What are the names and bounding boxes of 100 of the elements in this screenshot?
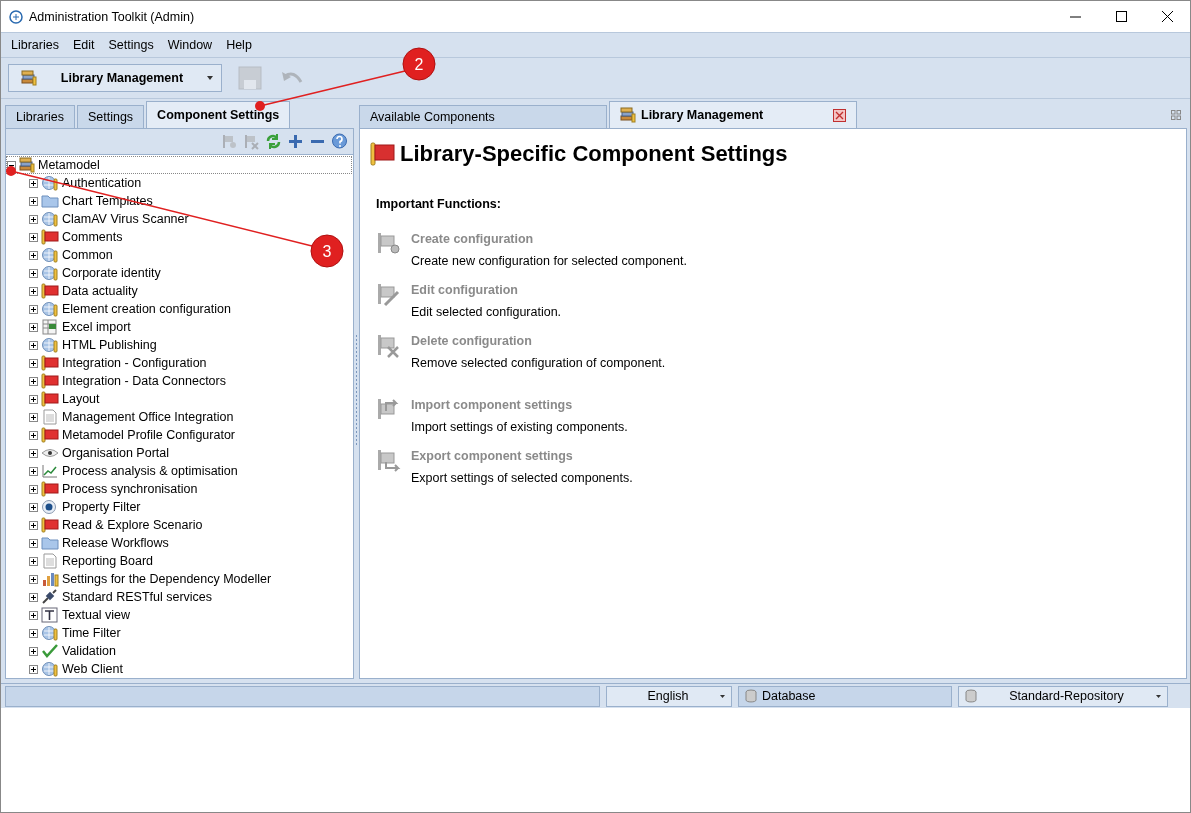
tree-item-label: Release Workflows — [62, 536, 169, 550]
tree-item[interactable]: Corporate identity — [28, 264, 162, 282]
tree-item[interactable]: Authentication — [28, 174, 143, 192]
expand-toggle[interactable] — [29, 178, 38, 188]
help-icon[interactable] — [331, 133, 348, 150]
tree-item[interactable]: Layout — [28, 390, 101, 408]
layout-grid-icon[interactable] — [1171, 109, 1181, 120]
expand-toggle[interactable] — [29, 646, 38, 656]
expand-toggle[interactable] — [29, 232, 38, 242]
tree-item[interactable]: Read & Explore Scenario — [28, 516, 204, 534]
menu-item[interactable]: Window — [160, 38, 220, 52]
text-view-icon — [41, 607, 59, 623]
close-icon[interactable] — [1161, 11, 1173, 22]
tree-item-label: Integration - Configuration — [62, 356, 207, 370]
tree-item[interactable]: Reporting Board — [28, 552, 155, 570]
tree-item-label: Time Filter — [62, 626, 121, 640]
expand-toggle[interactable] — [29, 628, 38, 638]
tree-item[interactable]: Comments — [28, 228, 124, 246]
tree-item[interactable]: Data actuality — [28, 282, 139, 300]
expand-toggle[interactable] — [29, 340, 38, 350]
expand-toggle[interactable] — [29, 610, 38, 620]
expand-toggle[interactable] — [29, 214, 38, 224]
globe-key-icon — [41, 337, 59, 353]
expand-toggle[interactable] — [29, 322, 38, 332]
tree-item[interactable]: Validation — [28, 642, 117, 660]
tree-item-label: Management Office Integration — [62, 410, 234, 424]
maximize-icon[interactable] — [1115, 11, 1127, 22]
tab[interactable]: Settings — [76, 105, 145, 128]
tree-item[interactable]: Time Filter — [28, 624, 122, 642]
expand-toggle[interactable] — [29, 466, 38, 476]
tree-item-label: Metamodel Profile Configurator — [62, 428, 235, 442]
tree-item-label: Common — [62, 248, 113, 262]
perspective-dropdown[interactable]: Library Management — [8, 64, 222, 92]
expand-toggle[interactable] — [29, 304, 38, 314]
books-icon — [620, 107, 636, 123]
tree-item[interactable]: Process synchronisation — [28, 480, 199, 498]
tab[interactable]: Component Settings — [146, 101, 291, 128]
tree-item-label: Excel import — [62, 320, 131, 334]
tree-item[interactable]: HTML Publishing — [28, 336, 158, 354]
expand-toggle[interactable] — [29, 592, 38, 602]
plug-icon — [41, 589, 59, 605]
window-title: Administration Toolkit (Admin) — [29, 9, 195, 24]
expand-toggle[interactable] — [29, 250, 38, 260]
expand-toggle[interactable] — [29, 502, 38, 512]
expand-toggle[interactable] — [29, 196, 38, 206]
menu-item[interactable]: Settings — [101, 38, 161, 52]
flag-icon — [41, 481, 59, 497]
expand-toggle[interactable] — [29, 520, 38, 530]
expand-toggle[interactable] — [29, 286, 38, 296]
menu-item[interactable]: Libraries — [4, 38, 66, 52]
folder-icon — [41, 535, 59, 551]
tree-item-label: Metamodel — [38, 158, 100, 172]
expand-toggle[interactable] — [29, 538, 38, 548]
tree-item[interactable]: ClamAV Virus Scanner — [28, 210, 190, 228]
callout-badge: 3 — [310, 234, 344, 268]
tab-label: Available Components — [370, 110, 495, 124]
tree-item[interactable]: Textual view — [28, 606, 132, 624]
flag-icon — [41, 355, 59, 371]
tree-item[interactable]: Management Office Integration — [28, 408, 235, 426]
expand-toggle[interactable] — [29, 484, 38, 494]
tree-item[interactable]: Organisation Portal — [28, 444, 170, 462]
tree-item[interactable]: Common — [28, 246, 114, 264]
flag-cross-icon — [376, 333, 402, 359]
expand-toggle[interactable] — [29, 268, 38, 278]
tree-item[interactable]: Settings for the Dependency Modeller — [28, 570, 273, 588]
expand-toggle[interactable] — [29, 376, 38, 386]
tree-item[interactable]: Web Client — [28, 660, 124, 678]
globe-key-icon — [41, 247, 59, 263]
tree-item[interactable]: Release Workflows — [28, 534, 170, 552]
language-dropdown[interactable]: English — [606, 685, 732, 707]
books-icon — [21, 70, 37, 86]
expand-toggle[interactable] — [29, 574, 38, 584]
refresh-icon[interactable] — [265, 133, 282, 150]
tree-item[interactable]: Element creation configuration — [28, 300, 232, 318]
plus-icon[interactable] — [287, 133, 304, 150]
tree-item-label: Standard RESTful services — [62, 590, 213, 604]
menu-item[interactable]: Help — [219, 38, 259, 52]
globe-key-icon — [41, 265, 59, 281]
expand-toggle[interactable] — [29, 412, 38, 422]
splitter-handle[interactable] — [355, 335, 358, 445]
tab[interactable]: Libraries — [5, 105, 75, 128]
expand-toggle[interactable] — [29, 394, 38, 404]
tree-item[interactable]: Integration - Data Connectors — [28, 372, 227, 390]
tab[interactable]: Library Management — [609, 101, 857, 128]
tree-item[interactable]: Standard RESTful services — [28, 588, 214, 606]
repository-dropdown[interactable]: Standard-Repository — [958, 685, 1168, 707]
expand-toggle[interactable] — [29, 430, 38, 440]
tab[interactable]: Available Components — [359, 105, 607, 128]
tree-item[interactable]: Process analysis & optimisation — [28, 462, 239, 480]
tree-item[interactable]: Property Filter — [28, 498, 142, 516]
expand-toggle[interactable] — [29, 664, 38, 674]
globe-key-icon — [41, 211, 59, 227]
tree-item[interactable]: Integration - Configuration — [28, 354, 208, 372]
tree-item[interactable]: Metamodel Profile Configurator — [28, 426, 236, 444]
expand-toggle[interactable] — [29, 556, 38, 566]
tree-item[interactable]: Excel import — [28, 318, 132, 336]
expand-toggle[interactable] — [29, 448, 38, 458]
expand-toggle[interactable] — [29, 358, 38, 368]
document-icon — [41, 409, 59, 425]
menu-item[interactable]: Edit — [65, 38, 102, 52]
